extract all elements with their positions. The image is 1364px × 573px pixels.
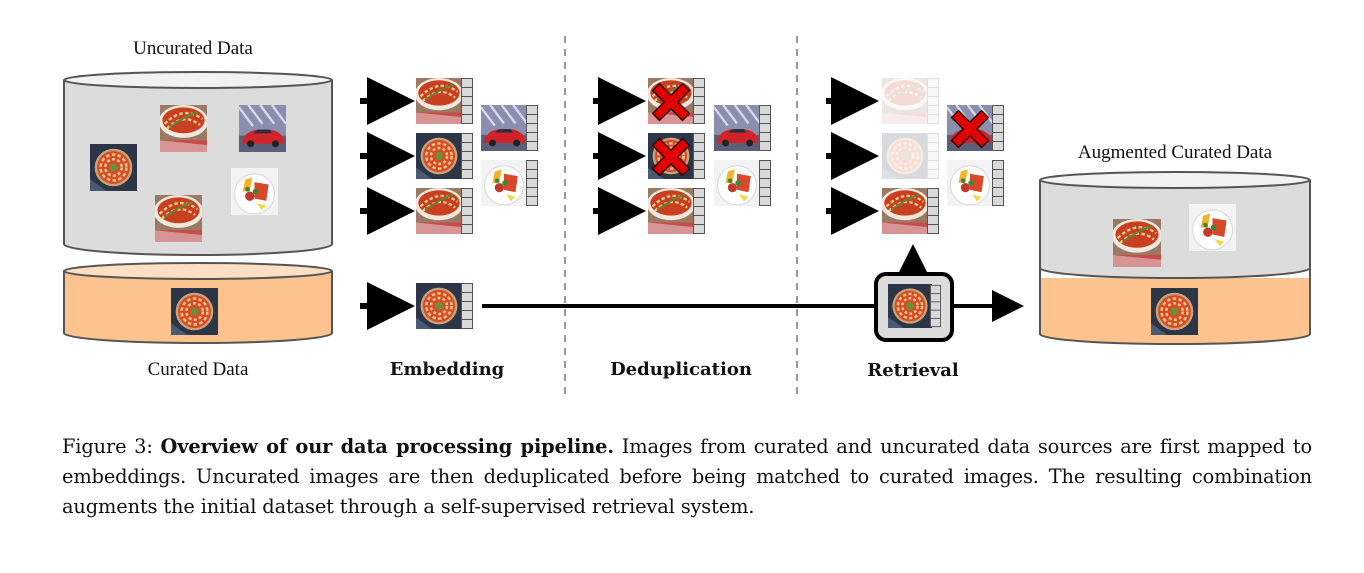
augmented-data-label: Augmented Curated Data bbox=[1078, 142, 1273, 163]
sports-car-image bbox=[239, 105, 286, 152]
embedding-vector-icon bbox=[927, 188, 939, 234]
ratatouille-dish-image bbox=[155, 195, 202, 242]
embedding-item bbox=[416, 133, 473, 179]
embedding-item bbox=[947, 160, 1004, 206]
uncurated-data-store bbox=[63, 71, 333, 256]
embedding-item-removed bbox=[648, 133, 705, 179]
embedding-item-faded bbox=[882, 133, 939, 179]
augmented-cylinder-body bbox=[1040, 180, 1310, 278]
embedding-vector-icon bbox=[759, 105, 771, 151]
embedding-item bbox=[481, 105, 538, 151]
embedding-item bbox=[416, 78, 473, 124]
stage-label-deduplication: Deduplication bbox=[610, 359, 752, 380]
augmented-data-store bbox=[1039, 171, 1311, 345]
uncurated-cylinder-top bbox=[63, 71, 333, 89]
embedding-item bbox=[882, 188, 939, 234]
embedding-vector-icon bbox=[992, 160, 1004, 206]
embedding-vector-icon bbox=[526, 160, 538, 206]
embedding-item bbox=[481, 160, 538, 206]
ratatouille-round-image bbox=[1151, 288, 1198, 335]
embedding-item-removed bbox=[947, 105, 1004, 151]
input-arrows bbox=[360, 77, 415, 235]
embedding-item bbox=[416, 188, 473, 234]
ratatouille-dish-image bbox=[1113, 219, 1161, 267]
caption-title: Overview of our data processing pipeline… bbox=[160, 435, 615, 458]
embedding-vector-icon bbox=[461, 188, 473, 234]
augmented-cylinder-top bbox=[1039, 171, 1311, 189]
curated-data-store bbox=[63, 262, 333, 344]
embedding-vector-icon bbox=[461, 133, 473, 179]
embedding-item bbox=[714, 105, 771, 151]
ratatouille-round-image bbox=[171, 288, 218, 335]
embedding-vector-icon bbox=[930, 284, 941, 328]
curated-data-label: Curated Data bbox=[148, 359, 249, 380]
embedding-vector-icon bbox=[693, 133, 705, 179]
ratatouille-round-image bbox=[90, 144, 137, 191]
embedding-vector-icon bbox=[461, 283, 473, 329]
stage-label-retrieval: Retrieval bbox=[867, 360, 959, 381]
embedding-vector-icon bbox=[526, 105, 538, 151]
embedding-item bbox=[714, 160, 771, 206]
embedding-item-removed bbox=[648, 78, 705, 124]
ratatouille-dish-image bbox=[160, 105, 207, 152]
ratatouille-round-image bbox=[888, 283, 932, 329]
embedding-item bbox=[648, 188, 705, 234]
plated-food-image bbox=[231, 168, 278, 215]
embedding-vector-icon bbox=[693, 78, 705, 124]
curated-cylinder-top bbox=[63, 262, 333, 280]
deduplication-stage bbox=[593, 77, 771, 235]
stage-label-embedding: Embedding bbox=[390, 359, 505, 380]
embedding-vector-icon bbox=[759, 160, 771, 206]
embedding-item bbox=[416, 283, 473, 329]
embedding-item-faded bbox=[882, 78, 939, 124]
embedding-vector-icon bbox=[693, 188, 705, 234]
figure-caption: Figure 3: Overview of our data processin… bbox=[62, 432, 1312, 522]
plated-food-image bbox=[1189, 204, 1236, 251]
retrieval-stage bbox=[826, 77, 1004, 342]
embedding-stage bbox=[360, 77, 538, 235]
caption-prefix: Figure 3: bbox=[62, 435, 161, 458]
embedding-vector-icon bbox=[992, 105, 1004, 151]
pipeline-diagram: Uncurated Data Curated Data Embedding De… bbox=[63, 36, 1311, 394]
embedding-vector-icon bbox=[461, 78, 473, 124]
uncurated-data-label: Uncurated Data bbox=[133, 38, 253, 59]
